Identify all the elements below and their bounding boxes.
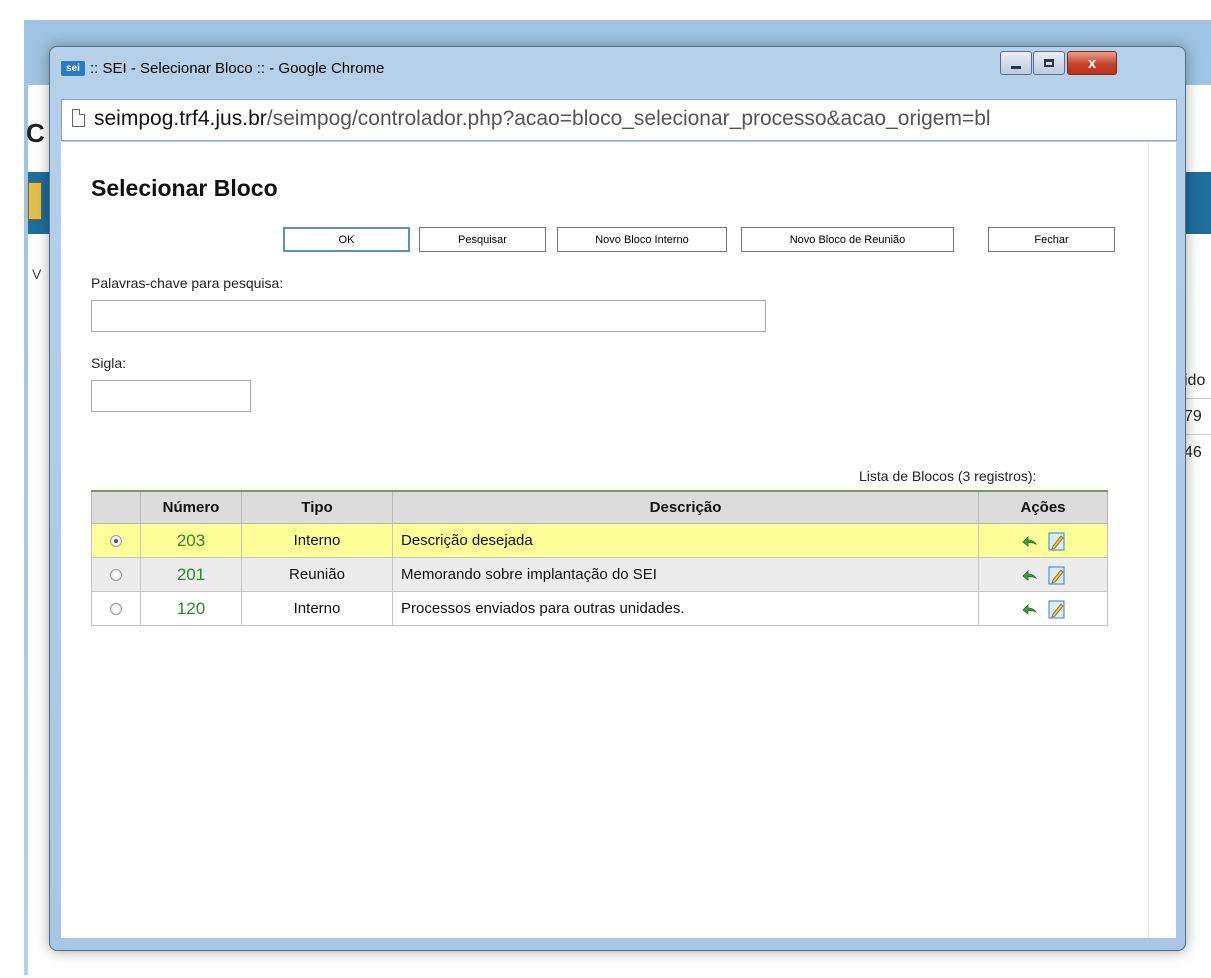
acoes-cell xyxy=(978,523,1108,558)
tipo-cell: Interno xyxy=(241,523,393,558)
background-right-fragment: ido xyxy=(1184,372,1206,389)
green-return-arrow-icon[interactable] xyxy=(1020,601,1038,617)
green-return-arrow-icon[interactable] xyxy=(1020,567,1038,583)
background-left-letter: V xyxy=(32,266,42,282)
numero-cell: 201 xyxy=(140,557,242,592)
background-right-fragment: 79 xyxy=(1184,408,1202,425)
page-icon xyxy=(72,109,85,127)
row-select-cell xyxy=(91,591,141,626)
row-radio[interactable] xyxy=(110,569,122,582)
edit-pencil-icon[interactable] xyxy=(1048,599,1066,619)
edit-pencil-icon[interactable] xyxy=(1048,531,1066,551)
table-header-row: Número Tipo Descrição Ações xyxy=(91,490,1108,524)
background-right-fragment: 46 xyxy=(1184,444,1202,461)
descricao-cell: Descrição desejada xyxy=(392,523,979,558)
acoes-cell xyxy=(978,591,1108,626)
minimize-icon xyxy=(1011,65,1021,69)
blocos-table: Número Tipo Descrição Ações 203 Interno … xyxy=(91,490,1108,626)
tipo-column-header[interactable]: Tipo xyxy=(241,490,393,524)
descricao-column-header[interactable]: Descrição xyxy=(392,490,979,524)
background-toolbar-icon xyxy=(28,182,42,220)
background-header-letter: C xyxy=(26,118,45,148)
maximize-icon xyxy=(1044,59,1054,67)
close-button[interactable]: x xyxy=(1067,51,1117,75)
window-title: :: SEI - Selecionar Bloco :: - Google Ch… xyxy=(90,60,385,77)
palavras-chave-label: Palavras-chave para pesquisa: xyxy=(91,275,284,291)
ok-button[interactable]: OK xyxy=(283,227,410,252)
popup-window: sei :: SEI - Selecionar Bloco :: - Googl… xyxy=(49,46,1186,951)
select-column-header xyxy=(91,490,141,524)
edit-pencil-icon[interactable] xyxy=(1048,565,1066,585)
row-radio[interactable] xyxy=(110,603,122,616)
numero-column-header[interactable]: Número xyxy=(140,490,242,524)
window-right-edge xyxy=(1148,142,1176,938)
row-radio[interactable] xyxy=(110,535,122,548)
page-content: Selecionar Bloco OK Pesquisar Novo Bloco… xyxy=(61,142,1148,938)
tipo-cell: Reunião xyxy=(241,557,393,592)
descricao-cell: Memorando sobre implantação do SEI xyxy=(392,557,979,592)
address-bar[interactable]: seimpog.trf4.jus.br/seimpog/controlador.… xyxy=(61,99,1177,141)
numero-cell: 203 xyxy=(140,523,242,558)
numero-link[interactable]: 203 xyxy=(177,531,205,550)
table-row[interactable]: 203 Interno Descrição desejada xyxy=(91,523,1108,558)
sei-logo-icon: sei xyxy=(61,61,85,76)
url-path: /seimpog/controlador.php?acao=bloco_sele… xyxy=(266,107,991,130)
pesquisar-button[interactable]: Pesquisar xyxy=(419,227,546,252)
url-text[interactable]: seimpog.trf4.jus.br/seimpog/controlador.… xyxy=(94,107,991,131)
maximize-button[interactable] xyxy=(1033,51,1065,75)
palavras-chave-input[interactable] xyxy=(91,300,766,332)
novo-bloco-reuniao-button[interactable]: Novo Bloco de Reunião xyxy=(741,227,954,252)
green-return-arrow-icon[interactable] xyxy=(1020,533,1038,549)
numero-cell: 120 xyxy=(140,591,242,626)
novo-bloco-interno-button[interactable]: Novo Bloco Interno xyxy=(557,227,727,252)
tipo-cell: Interno xyxy=(241,591,393,626)
minimize-button[interactable] xyxy=(1000,51,1032,75)
table-row[interactable]: 201 Reunião Memorando sobre implantação … xyxy=(91,557,1108,592)
sigla-label: Sigla: xyxy=(91,355,127,371)
acoes-column-header: Ações xyxy=(978,490,1108,524)
fechar-button[interactable]: Fechar xyxy=(988,227,1115,252)
table-row[interactable]: 120 Interno Processos enviados para outr… xyxy=(91,591,1108,626)
descricao-cell: Processos enviados para outras unidades. xyxy=(392,591,979,626)
list-caption: Lista de Blocos (3 registros): xyxy=(859,468,1037,484)
row-select-cell xyxy=(91,523,141,558)
sigla-input[interactable] xyxy=(91,380,251,412)
url-host: seimpog.trf4.jus.br xyxy=(94,107,267,130)
row-select-cell xyxy=(91,557,141,592)
page-title: Selecionar Bloco xyxy=(91,175,278,201)
numero-link[interactable]: 201 xyxy=(177,565,205,584)
window-titlebar[interactable]: sei :: SEI - Selecionar Bloco :: - Googl… xyxy=(50,47,1185,89)
acoes-cell xyxy=(978,557,1108,592)
close-icon: x xyxy=(1087,54,1097,72)
numero-link[interactable]: 120 xyxy=(177,599,205,618)
